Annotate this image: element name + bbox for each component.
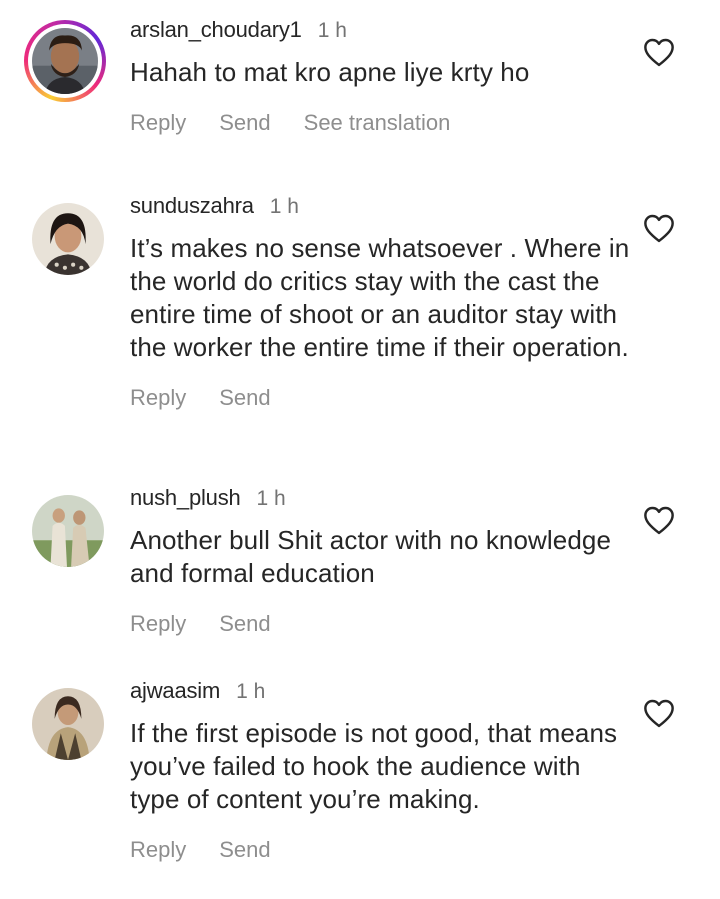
reply-button[interactable]: Reply: [130, 836, 186, 864]
send-button[interactable]: Send: [219, 610, 270, 638]
avatar-image: [32, 495, 104, 567]
heart-outline-icon[interactable]: [642, 698, 676, 728]
avatar[interactable]: [32, 688, 104, 760]
avatar-story-ring[interactable]: [24, 20, 106, 102]
avatar-image: [32, 203, 104, 275]
reply-button[interactable]: Reply: [130, 384, 186, 412]
heart-outline-icon[interactable]: [642, 505, 676, 535]
timestamp: 1 h: [236, 680, 266, 703]
comment-actions: Reply Send: [130, 836, 630, 864]
avatar: [32, 28, 98, 94]
timestamp: 1 h: [269, 195, 299, 218]
comment-body: sunduszahra 1 h It’s makes no sense what…: [130, 192, 630, 412]
comment-text: Another bull Shit actor with no knowledg…: [130, 525, 612, 588]
send-button[interactable]: Send: [219, 836, 270, 864]
reply-button[interactable]: Reply: [130, 610, 186, 638]
comment-body: ajwaasim 1 h If the first episode is not…: [130, 677, 630, 864]
heart-outline-icon[interactable]: [642, 213, 676, 243]
comment-meta: nush_plush 1 h: [130, 484, 630, 513]
username[interactable]: nush_plush: [130, 484, 241, 512]
avatar[interactable]: [32, 495, 104, 567]
username[interactable]: arslan_choudary1: [130, 16, 302, 44]
timestamp: 1 h: [317, 19, 347, 42]
comment-actions: Reply Send: [130, 384, 630, 412]
send-button[interactable]: Send: [219, 384, 270, 412]
send-button[interactable]: Send: [219, 109, 270, 137]
comment-text: It’s makes no sense whatsoever . Where i…: [130, 233, 630, 362]
heart-outline-icon[interactable]: [642, 37, 676, 67]
comment-meta: ajwaasim 1 h: [130, 677, 630, 706]
comment-actions: Reply Send See translation: [130, 109, 630, 137]
reply-button[interactable]: Reply: [130, 109, 186, 137]
comment-body: arslan_choudary1 1 h Hahah to mat kro ap…: [130, 16, 630, 137]
comment-actions: Reply Send: [130, 610, 630, 638]
username[interactable]: ajwaasim: [130, 677, 220, 705]
avatar-image: [32, 688, 104, 760]
comment-body: nush_plush 1 h Another bull Shit actor w…: [130, 484, 630, 638]
see-translation-button[interactable]: See translation: [304, 109, 451, 137]
username[interactable]: sunduszahra: [130, 192, 254, 220]
comment-meta: arslan_choudary1 1 h: [130, 16, 630, 45]
comment-meta: sunduszahra 1 h: [130, 192, 630, 221]
avatar[interactable]: [32, 203, 104, 275]
timestamp: 1 h: [256, 487, 286, 510]
comment-text: Hahah to mat kro apne liye krty ho: [130, 57, 530, 87]
comment-text: If the first episode is not good, that m…: [130, 718, 618, 814]
